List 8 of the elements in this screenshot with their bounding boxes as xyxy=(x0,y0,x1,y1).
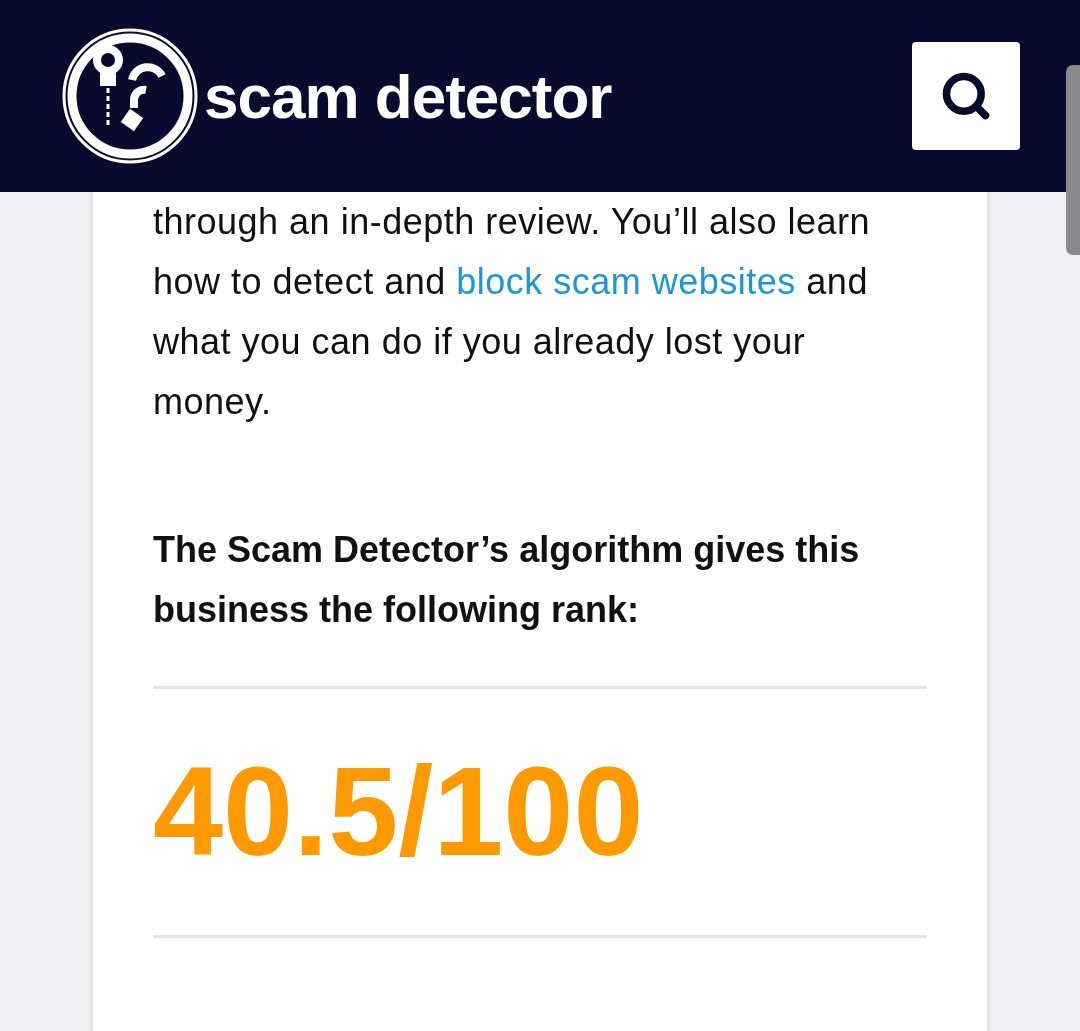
score-value: 40.5/100 xyxy=(153,740,645,884)
handcuffs-logo-icon xyxy=(62,28,198,164)
search-icon xyxy=(940,70,992,122)
rank-heading: The Scam Detector’s algorithm gives this business the following rank: xyxy=(153,528,861,632)
logo-text[interactable]: scam detector xyxy=(204,49,612,143)
intro-paragraph: through an in-depth review. You’ll also learn how to detect and block scam websites and what you can do if you already lost your money. xyxy=(153,200,871,424)
scrollbar-thumb[interactable] xyxy=(1066,65,1080,255)
search-button[interactable] xyxy=(912,42,1020,150)
